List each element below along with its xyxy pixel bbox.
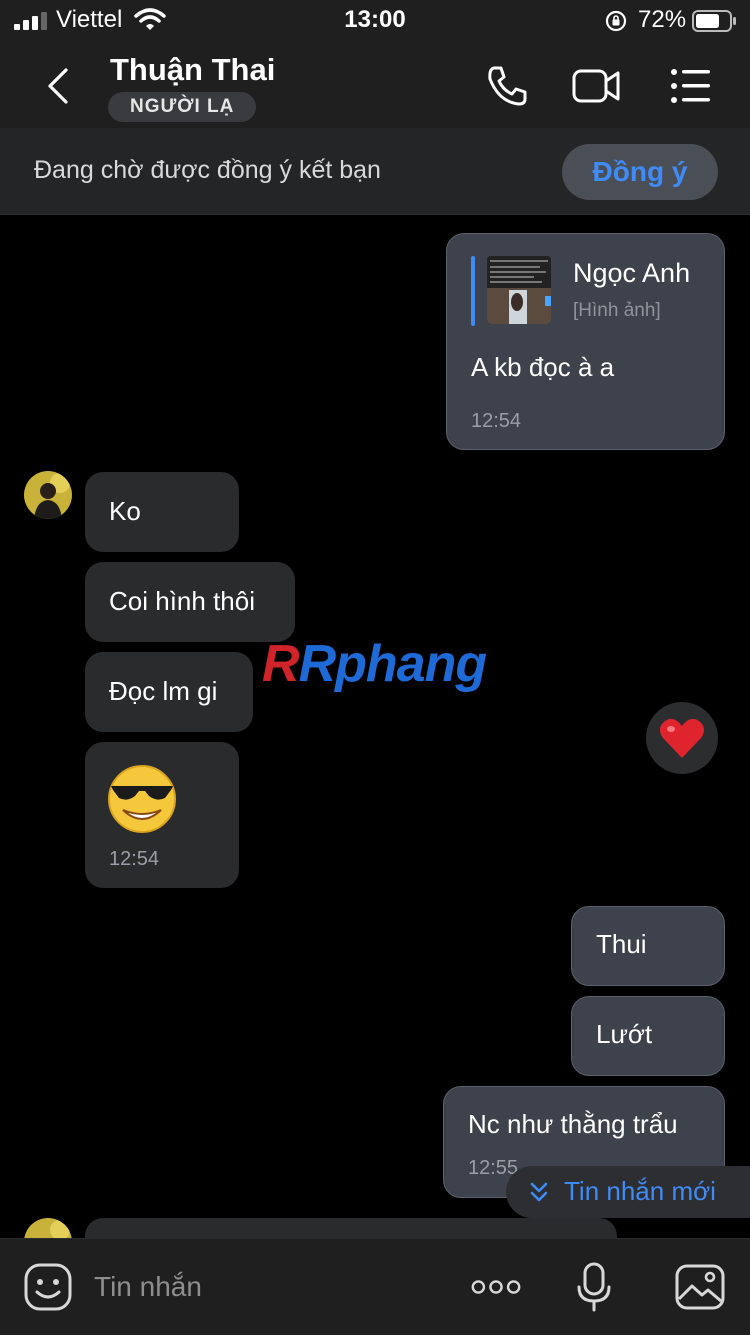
quoted-sender-name: Ngọc Anh [573,258,691,288]
watermark-logo: RRphang [262,635,488,693]
rotation-lock-icon [605,10,627,32]
more-options-icon[interactable] [470,1261,522,1313]
contact-avatar[interactable] [24,471,72,519]
incoming-emoji-message[interactable]: 12:54 [85,742,239,888]
menu-list-icon[interactable] [666,62,716,110]
incoming-message[interactable]: Đọc lm gi [85,652,253,732]
quoted-content-type: [Hình ảnh] [573,300,661,321]
message-text: Nc như thằng trẩu [468,1109,678,1139]
friend-request-bar: Đang chờ được đồng ý kết bạn Đồng ý [0,128,750,215]
chat-header: Thuận Thai NGƯỜI LẠ [0,42,750,129]
battery-icon [692,10,736,32]
video-call-icon[interactable] [572,62,622,110]
incoming-message[interactable]: Coi hình thôi [85,562,295,642]
outgoing-message-quoted[interactable]: Ngọc Anh [Hình ảnh] A kb đọc à a 12:54 [446,233,725,450]
message-text: Ko [109,496,141,526]
message-time: 12:54 [109,848,160,870]
battery-percent: 72% [638,6,687,33]
message-text: Lướt [596,1019,653,1049]
message-input[interactable]: Tin nhắn [94,1271,202,1303]
contact-name[interactable]: Thuận Thai [110,52,275,88]
quote-indicator [471,256,475,326]
quoted-image-thumbnail[interactable] [487,256,551,324]
heart-reaction[interactable] [646,702,718,774]
stranger-badge: NGƯỜI LẠ [108,92,257,122]
status-bar: Viettel 13:00 72% [0,0,750,42]
back-arrow-icon[interactable] [42,66,72,106]
incoming-message[interactable]: Ko [85,472,239,552]
message-text: Đọc lm gi [109,676,218,706]
new-messages-button[interactable]: Tin nhắn mới [506,1166,750,1218]
sunglasses-emoji-icon [108,765,176,833]
friend-request-status: Đang chờ được đồng ý kết bạn [34,156,381,184]
message-text: A kb đọc à a [471,352,615,382]
message-time: 12:54 [471,410,522,432]
watermark-text: Rphang [298,635,488,693]
heart-icon [659,718,705,758]
new-messages-label: Tin nhắn mới [564,1176,716,1206]
phone-call-icon[interactable] [482,62,532,110]
sticker-emoji-icon[interactable] [22,1261,74,1313]
microphone-icon[interactable] [568,1261,620,1313]
double-chevron-down-icon [530,1182,548,1202]
outgoing-message[interactable]: Lướt [571,996,725,1076]
message-text: Thui [596,929,647,959]
message-composer: Tin nhắn [0,1238,750,1335]
outgoing-message[interactable]: Thui [571,906,725,986]
photo-gallery-icon[interactable] [674,1261,726,1313]
accept-friend-button[interactable]: Đồng ý [562,144,718,200]
message-text: Coi hình thôi [109,586,255,616]
